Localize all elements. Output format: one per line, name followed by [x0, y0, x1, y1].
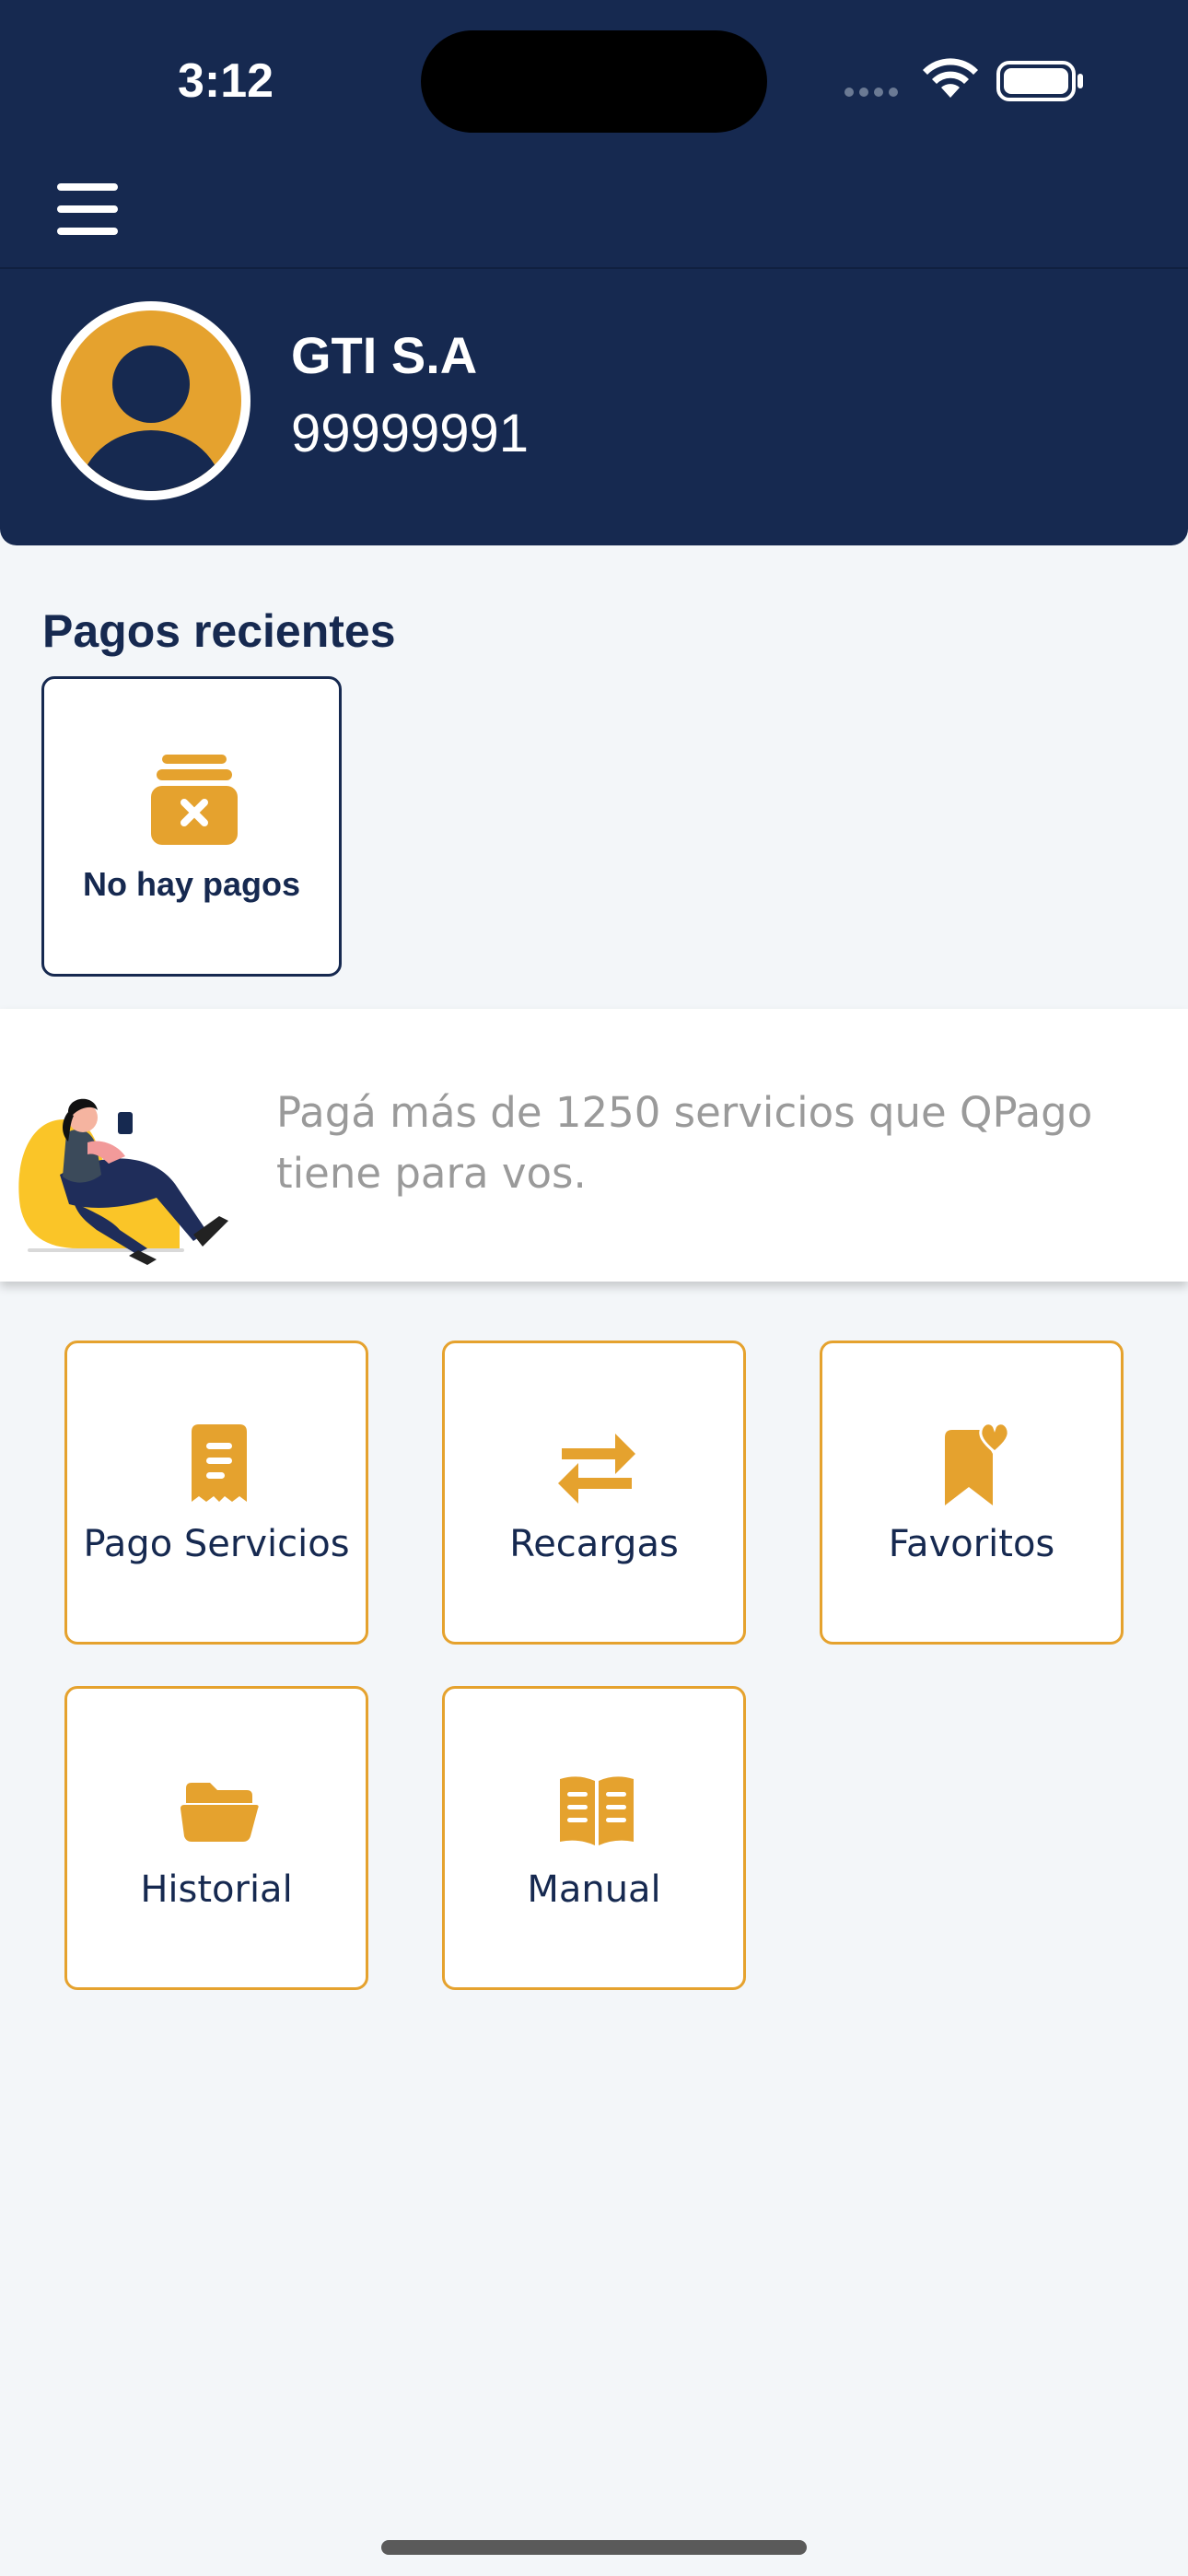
tile-manual-label: Manual — [527, 1868, 661, 1911]
tile-historial-label: Historial — [140, 1868, 293, 1911]
transfer-arrows-icon — [551, 1417, 643, 1509]
promo-banner-text: Pagá más de 1250 servicios que QPago tie… — [276, 1088, 1093, 1198]
hamburger-menu-icon[interactable] — [46, 171, 129, 245]
tile-manual[interactable]: Manual — [442, 1686, 746, 1990]
bookmark-heart-icon — [928, 1417, 1020, 1509]
user-avatar-icon[interactable] — [50, 299, 252, 502]
user-name: GTI S.A — [291, 326, 478, 384]
header-divider — [0, 267, 1188, 269]
tile-favoritos[interactable]: Favoritos — [820, 1341, 1124, 1645]
no-payments-label: No hay pagos — [82, 865, 301, 903]
tile-recargas-label: Recargas — [509, 1523, 679, 1565]
folder-open-icon — [173, 1762, 265, 1855]
wifi-icon — [923, 58, 978, 98]
receipt-icon — [173, 1417, 265, 1509]
user-number: 99999991 — [291, 404, 530, 463]
home-indicator[interactable] — [381, 2540, 807, 2555]
tile-pago-servicios[interactable]: Pago Servicios — [64, 1341, 368, 1645]
tile-historial[interactable]: Historial — [64, 1686, 368, 1990]
promo-banner[interactable]: Pagá más de 1250 servicios que QPago tie… — [0, 1009, 1188, 1282]
tile-favoritos-label: Favoritos — [888, 1523, 1055, 1565]
archive-x-icon — [151, 755, 238, 845]
dynamic-island — [421, 30, 767, 133]
cellular-signal-icon — [844, 88, 898, 97]
tile-recargas[interactable]: Recargas — [442, 1341, 746, 1645]
status-icons — [840, 53, 1089, 109]
recent-payments-empty-card: No hay pagos — [41, 676, 342, 977]
battery-icon — [996, 61, 1083, 101]
reading-woman-illustration — [9, 1046, 267, 1267]
open-book-icon — [551, 1762, 643, 1855]
recent-payments-title: Pagos recientes — [42, 605, 396, 657]
status-time: 3:12 — [177, 54, 274, 108]
tile-pago-servicios-label: Pago Servicios — [83, 1523, 350, 1565]
